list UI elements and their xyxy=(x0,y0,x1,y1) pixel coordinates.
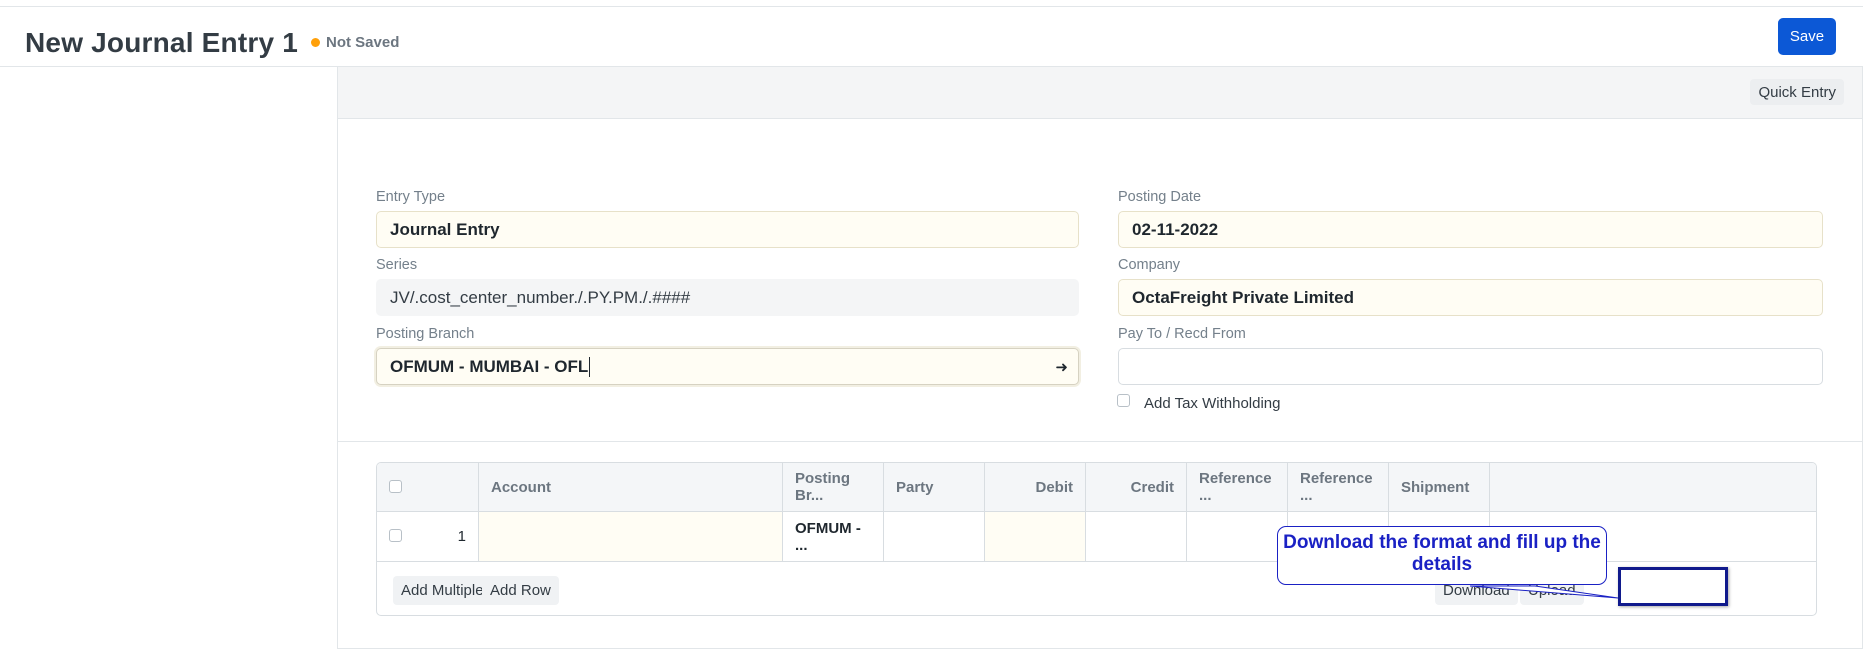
header-party[interactable]: Party xyxy=(884,463,985,511)
status-indicator: Not Saved xyxy=(311,34,399,51)
posting-branch-value: OFMUM - MUMBAI - OFL xyxy=(390,356,589,376)
posting-branch-input[interactable]: OFMUM - MUMBAI - OFL ➜ xyxy=(376,348,1079,385)
header-credit[interactable]: Credit xyxy=(1086,463,1187,511)
pay-to-input[interactable] xyxy=(1118,348,1823,385)
series-label: Series xyxy=(376,257,418,273)
cell-posting-branch[interactable]: OFMUM - ... xyxy=(783,512,884,561)
cell-account[interactable] xyxy=(479,512,783,561)
company-label: Company xyxy=(1118,257,1181,273)
status-text: Not Saved xyxy=(326,34,400,51)
cell-credit[interactable] xyxy=(1086,512,1187,561)
add-multiple-button[interactable]: Add Multiple xyxy=(393,576,492,605)
posting-date-label: Posting Date xyxy=(1118,189,1202,205)
tax-withholding-label: Add Tax Withholding xyxy=(1144,395,1281,412)
series-select[interactable]: JV/.cost_center_number./.PY.PM./.#### xyxy=(376,279,1079,316)
header-reference-1[interactable]: Reference ... xyxy=(1187,463,1288,511)
download-highlight-box xyxy=(1618,567,1728,606)
company-input[interactable]: OctaFreight Private Limited xyxy=(1118,279,1823,316)
page-header: New Journal Entry 1 Not Saved Save xyxy=(0,7,1863,67)
header-reference-2[interactable]: Reference ... xyxy=(1288,463,1389,511)
header-shipment[interactable]: Shipment xyxy=(1389,463,1490,511)
entry-type-select[interactable]: Journal Entry xyxy=(376,211,1079,248)
cell-party[interactable] xyxy=(884,512,985,561)
select-all-checkbox[interactable] xyxy=(389,480,402,493)
row-index: 1 xyxy=(457,528,466,545)
form-toolbar: Quick Entry xyxy=(338,67,1862,119)
save-button[interactable]: Save xyxy=(1778,18,1836,55)
add-row-button[interactable]: Add Row xyxy=(482,576,559,605)
text-cursor xyxy=(589,356,591,377)
company-value: OctaFreight Private Limited xyxy=(1132,287,1354,307)
posting-date-input[interactable]: 02-11-2022 xyxy=(1118,211,1823,248)
table-header: Account Posting Br... Party Debit Credit… xyxy=(377,463,1816,512)
section-divider xyxy=(338,441,1862,442)
link-arrow-icon[interactable]: ➜ xyxy=(1055,358,1068,376)
entry-type-label: Entry Type xyxy=(376,189,446,205)
series-value: JV/.cost_center_number./.PY.PM./.#### xyxy=(390,287,691,307)
cell-posting-branch-value: OFMUM - ... xyxy=(795,519,861,554)
cell-reference-1[interactable] xyxy=(1187,512,1288,561)
header-actions xyxy=(1490,463,1591,511)
pay-to-label: Pay To / Recd From xyxy=(1118,326,1246,342)
row-checkbox[interactable] xyxy=(389,529,402,542)
status-dot-icon xyxy=(311,38,320,47)
posting-date-value: 02-11-2022 xyxy=(1132,219,1219,239)
posting-branch-label: Posting Branch xyxy=(376,326,475,342)
cell-debit[interactable] xyxy=(985,512,1086,561)
quick-entry-button[interactable]: Quick Entry xyxy=(1750,79,1844,105)
header-select-col xyxy=(377,463,479,511)
entry-type-value: Journal Entry xyxy=(390,219,500,239)
row-index-cell[interactable]: 1 xyxy=(377,512,479,561)
annotation-callout: Download the format and fill up the deta… xyxy=(1277,526,1607,585)
header-debit[interactable]: Debit xyxy=(985,463,1086,511)
form-layout: Quick Entry Entry Type Journal Entry Ser… xyxy=(337,67,1863,649)
page-title: New Journal Entry 1 xyxy=(25,27,298,58)
header-account[interactable]: Account xyxy=(479,463,783,511)
header-posting-branch[interactable]: Posting Br... xyxy=(783,463,884,511)
tax-withholding-checkbox[interactable] xyxy=(1117,394,1130,407)
